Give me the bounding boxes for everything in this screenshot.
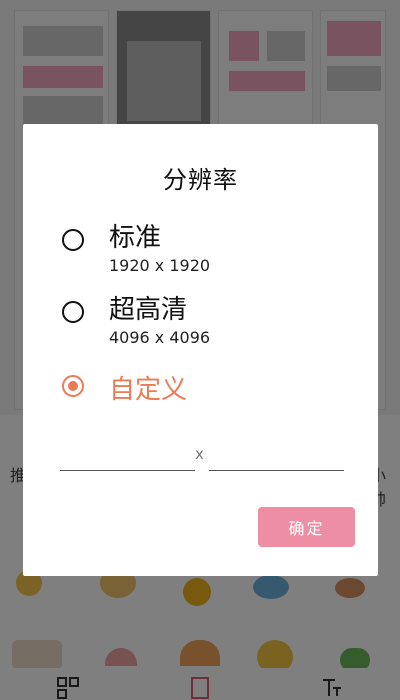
confirm-button[interactable]: 确定 [258,507,355,547]
height-input[interactable] [209,442,344,471]
width-input[interactable] [60,442,195,471]
dialog-title: 分辨率 [163,166,238,194]
option-label-ultra-hd[interactable]: 超高清 [109,289,187,326]
radio-standard[interactable] [62,229,84,251]
resolution-dialog: 分辨率 标准 1920 x 1920 超高清 4096 x 4096 自定义 x… [23,124,378,576]
dimension-separator: x [195,445,204,463]
option-label-standard[interactable]: 标准 [109,217,161,254]
radio-ultra-hd[interactable] [62,301,84,323]
radio-custom[interactable] [62,375,84,397]
option-label-custom[interactable]: 自定义 [109,369,187,406]
option-sub-standard: 1920 x 1920 [109,256,211,275]
option-sub-ultra-hd: 4096 x 4096 [109,328,211,347]
